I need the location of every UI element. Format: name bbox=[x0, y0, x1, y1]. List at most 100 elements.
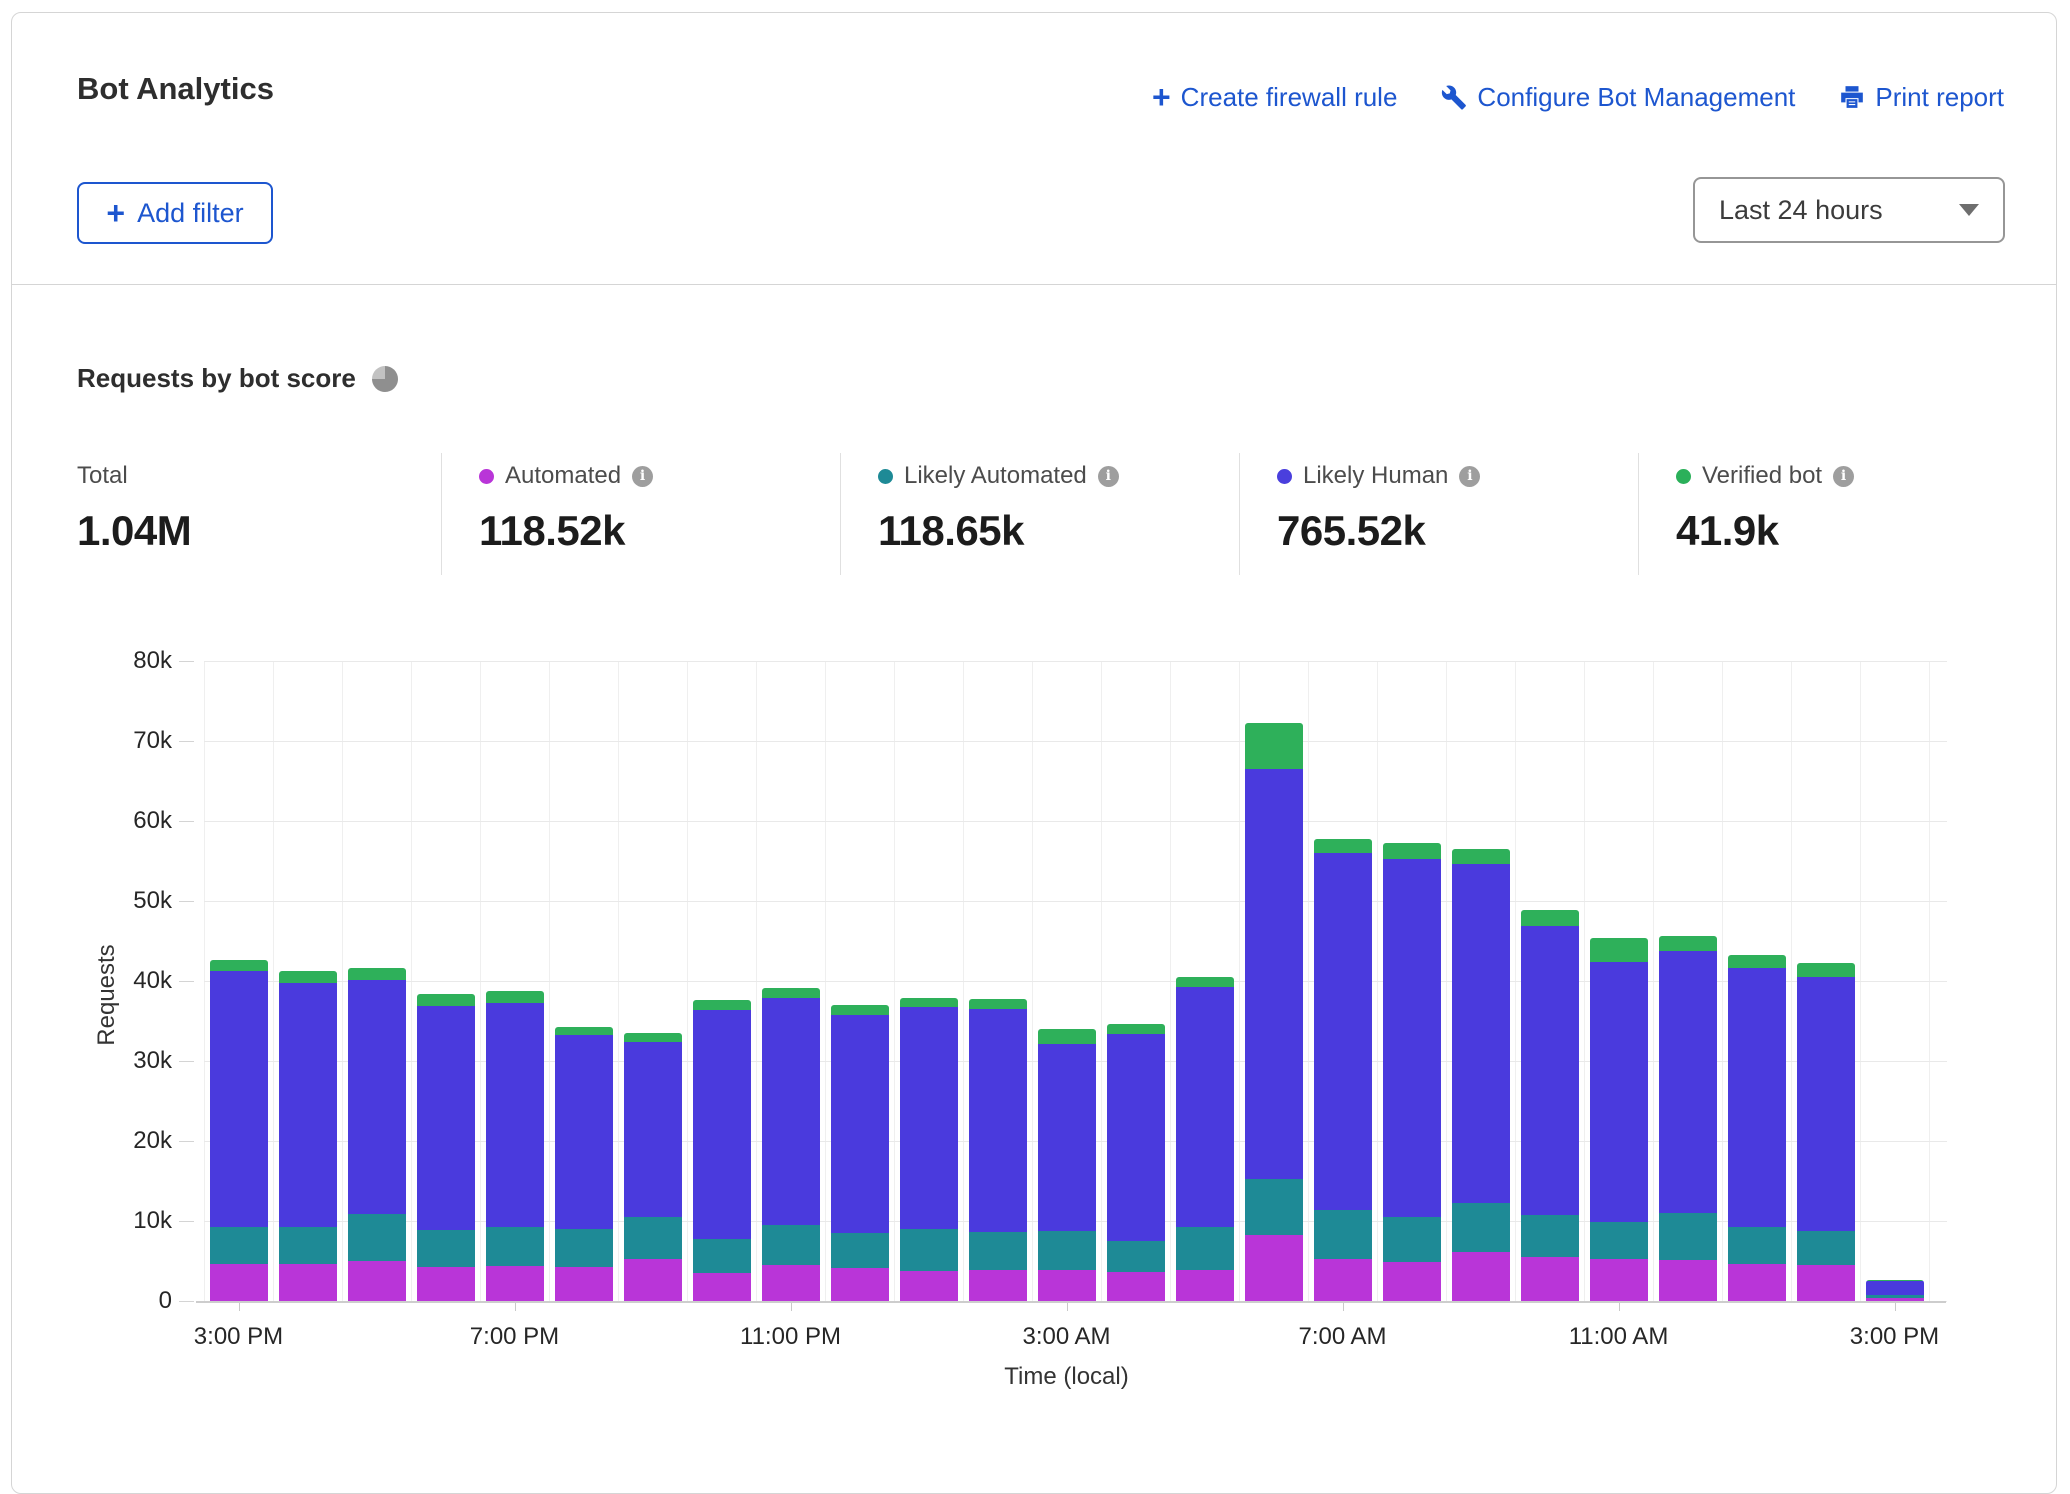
y-axis-tick-label: 10k bbox=[102, 1207, 172, 1235]
bar-segment-likely-human bbox=[486, 1003, 544, 1227]
x-axis-tick bbox=[1619, 1303, 1620, 1311]
print-report-link[interactable]: Print report bbox=[1839, 82, 2004, 113]
chevron-down-icon bbox=[1959, 204, 1979, 216]
chart-bar[interactable] bbox=[900, 998, 958, 1301]
create-firewall-rule-link[interactable]: + Create firewall rule bbox=[1152, 81, 1397, 113]
bar-segment-likely-human bbox=[1383, 859, 1441, 1217]
bar-segment-automated bbox=[210, 1264, 268, 1301]
bar-segment-likely-automated bbox=[693, 1239, 751, 1273]
stat-value: 765.52k bbox=[1277, 507, 1480, 555]
bar-segment-likely-human bbox=[969, 1009, 1027, 1232]
bar-segment-likely-human bbox=[624, 1042, 682, 1217]
chart-bar[interactable] bbox=[1383, 843, 1441, 1301]
y-axis-tick bbox=[179, 821, 194, 822]
bar-segment-verified-bot bbox=[1728, 955, 1786, 969]
bar-segment-verified-bot bbox=[1245, 723, 1303, 769]
info-icon[interactable]: i bbox=[632, 466, 653, 487]
stat-divider bbox=[840, 453, 841, 575]
stat-label-row: Automated i bbox=[479, 461, 653, 491]
chart-bar[interactable] bbox=[762, 988, 820, 1301]
plus-icon: + bbox=[106, 197, 125, 229]
chart-bar[interactable] bbox=[1314, 839, 1372, 1301]
y-axis-tick-label: 80k bbox=[102, 647, 172, 675]
bar-segment-likely-automated bbox=[900, 1229, 958, 1271]
chart-bar[interactable] bbox=[1521, 910, 1579, 1301]
chart-bar[interactable] bbox=[348, 968, 406, 1301]
bar-segment-automated bbox=[348, 1261, 406, 1301]
x-axis-tick bbox=[791, 1303, 792, 1311]
bar-segment-automated bbox=[831, 1268, 889, 1301]
bar-segment-likely-automated bbox=[1107, 1241, 1165, 1272]
chart-bar[interactable] bbox=[831, 1005, 889, 1301]
chart-bar[interactable] bbox=[1728, 955, 1786, 1301]
chart-bar[interactable] bbox=[624, 1033, 682, 1301]
bar-segment-likely-human bbox=[555, 1035, 613, 1229]
chart-bar[interactable] bbox=[555, 1027, 613, 1301]
wrench-icon bbox=[1441, 84, 1467, 110]
requests-by-bot-score-chart: 010k20k30k40k50k60k70k80k3:00 PM7:00 PM1… bbox=[12, 661, 2056, 1421]
x-axis-title: Time (local) bbox=[917, 1363, 1217, 1391]
bar-segment-automated bbox=[1521, 1257, 1579, 1301]
info-icon[interactable]: i bbox=[1459, 466, 1480, 487]
chart-bar[interactable] bbox=[693, 1000, 751, 1301]
bar-segment-likely-human bbox=[831, 1015, 889, 1233]
y-axis-tick-label: 70k bbox=[102, 727, 172, 755]
bar-segment-likely-automated bbox=[348, 1214, 406, 1261]
y-axis-tick-label: 60k bbox=[102, 807, 172, 835]
print-report-label: Print report bbox=[1875, 82, 2004, 113]
stat-label-row: Verified boti bbox=[1676, 461, 1854, 491]
bar-segment-verified-bot bbox=[1176, 977, 1234, 987]
bar-segment-automated bbox=[555, 1267, 613, 1301]
bar-segment-automated bbox=[1452, 1252, 1510, 1301]
bar-segment-likely-human bbox=[1038, 1044, 1096, 1230]
stat-value: 41.9k bbox=[1676, 507, 1854, 555]
bar-segment-likely-automated bbox=[555, 1229, 613, 1267]
bar-segment-likely-automated bbox=[1314, 1210, 1372, 1260]
info-icon[interactable]: i bbox=[1098, 466, 1119, 487]
add-filter-button[interactable]: + Add filter bbox=[77, 182, 273, 244]
x-axis-tick-label: 3:00 PM bbox=[1825, 1323, 1965, 1351]
bar-segment-automated bbox=[417, 1267, 475, 1301]
bar-segment-automated bbox=[1590, 1259, 1648, 1301]
chart-bar[interactable] bbox=[1452, 849, 1510, 1301]
chart-bar[interactable] bbox=[210, 960, 268, 1301]
y-axis-tick bbox=[179, 981, 194, 982]
bar-segment-verified-bot bbox=[210, 960, 268, 970]
chart-bar[interactable] bbox=[1107, 1024, 1165, 1301]
stat-label-row: Likely Humani bbox=[1277, 461, 1480, 491]
info-icon[interactable]: i bbox=[1833, 466, 1854, 487]
bar-segment-automated bbox=[900, 1271, 958, 1301]
bar-segment-likely-automated bbox=[1797, 1231, 1855, 1265]
time-range-select[interactable]: Last 24 hours bbox=[1693, 177, 2005, 243]
chart-bar[interactable] bbox=[1590, 938, 1648, 1301]
plus-icon: + bbox=[1152, 81, 1171, 113]
chart-bar[interactable] bbox=[1176, 977, 1234, 1301]
chart-bar[interactable] bbox=[486, 991, 544, 1301]
printer-icon bbox=[1839, 84, 1865, 110]
chart-bar[interactable] bbox=[969, 999, 1027, 1301]
bar-segment-verified-bot bbox=[1314, 839, 1372, 853]
add-filter-label: Add filter bbox=[137, 198, 244, 229]
chart-bar[interactable] bbox=[1038, 1029, 1096, 1301]
bar-segment-likely-human bbox=[1521, 926, 1579, 1216]
configure-bot-management-link[interactable]: Configure Bot Management bbox=[1441, 82, 1795, 113]
bar-segment-verified-bot bbox=[1383, 843, 1441, 858]
chart-bar[interactable] bbox=[1659, 936, 1717, 1301]
y-axis-tick bbox=[179, 1061, 194, 1062]
stat-label: Automated bbox=[505, 462, 621, 490]
gridline-h bbox=[204, 741, 1947, 742]
chart-bar[interactable] bbox=[279, 971, 337, 1301]
stat-total: Total1.04M bbox=[77, 461, 191, 555]
stat-label: Likely Automated bbox=[904, 462, 1087, 490]
chart-bar[interactable] bbox=[1797, 963, 1855, 1301]
x-axis-tick bbox=[1895, 1303, 1896, 1311]
chart-bar[interactable] bbox=[1245, 723, 1303, 1301]
create-firewall-rule-label: Create firewall rule bbox=[1181, 82, 1398, 113]
chart-bar[interactable] bbox=[417, 994, 475, 1301]
bar-segment-likely-human bbox=[1590, 962, 1648, 1222]
bar-segment-likely-human bbox=[1107, 1034, 1165, 1241]
bar-segment-automated bbox=[279, 1264, 337, 1301]
chart-bar[interactable] bbox=[1866, 1280, 1924, 1301]
bar-segment-verified-bot bbox=[348, 968, 406, 980]
bar-segment-automated bbox=[693, 1273, 751, 1301]
